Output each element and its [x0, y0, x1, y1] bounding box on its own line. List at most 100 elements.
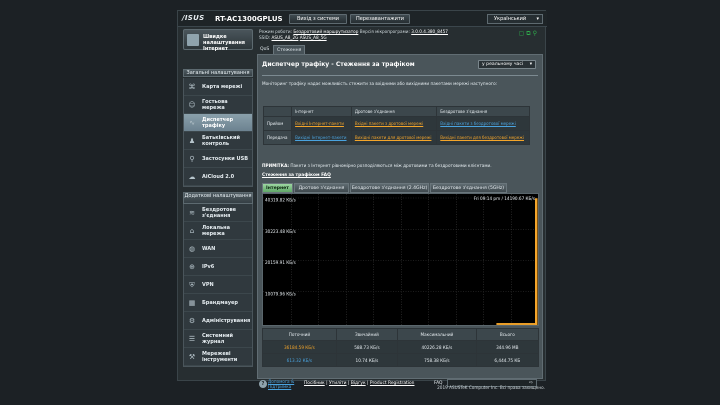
- stats-header: Звичайний: [335, 328, 399, 341]
- usb-status-icon[interactable]: ⚲: [533, 30, 539, 37]
- sidebar-item-usb-applications[interactable]: ⚲ Застосунки USB: [184, 150, 252, 168]
- general-nav: ⌘ Карта мережі ☺ Гостьова мережа ∿ Диспе…: [183, 78, 253, 187]
- sidebar-item-label: Бездротове з'єднання: [202, 207, 237, 219]
- chart-readout: Fri 09:14 pm / 14190.67 КБ/s: [474, 196, 535, 201]
- logout-button[interactable]: Вихід з системи: [289, 14, 347, 24]
- stats-cell: 613.32 КБ/s: [262, 353, 337, 367]
- router-admin-window: /ISUS RT-AC1300GPLUS Вихід з системи Пер…: [177, 10, 547, 389]
- network-map-icon: ⌘: [188, 83, 196, 91]
- row-label: Прийом: [262, 116, 293, 131]
- chart-tab-wired[interactable]: Дротове з'єднання: [294, 183, 349, 193]
- sidebar-item-traffic-manager[interactable]: ∿ Диспетчер трафіку: [184, 114, 252, 132]
- table-header: [262, 106, 293, 117]
- sidebar-item-guest-network[interactable]: ☺ Гостьова мережа: [184, 96, 252, 114]
- quick-setup-button[interactable]: Швидке налаштування Інтернет: [183, 29, 253, 52]
- guest-network-icon: ☺: [188, 101, 196, 109]
- sidebar-item-label: IPv6: [202, 264, 215, 270]
- reboot-button[interactable]: Перезавантажити: [350, 14, 410, 24]
- row-label: Передача: [262, 130, 293, 145]
- sidebar-item-label: Батьківський контроль: [202, 135, 241, 147]
- tab-traffic-monitor[interactable]: Стеження за трафіком: [273, 45, 306, 71]
- globe-icon: ◍: [188, 245, 196, 253]
- series-bar-latest: [535, 198, 538, 325]
- traffic-chart: 40319.82 КБ/s 30223.48 КБ/s 20159.91 КБ/s 1…: [262, 193, 539, 326]
- usb-icon: ⚲: [189, 155, 195, 163]
- note: ПРИМІТКА: Пакети з Інтернет рівномірно р…: [262, 163, 492, 168]
- ssid-2g-link[interactable]: ASUS_A8_2G: [272, 35, 299, 40]
- top-bar: /ISUS RT-AC1300GPLUS Вихід з системи Пер…: [178, 11, 547, 27]
- faq-link[interactable]: Стеження за трафіком FAQ: [262, 173, 331, 178]
- sidebar-item-wireless[interactable]: ≋ Бездротове з'єднання: [184, 204, 252, 222]
- table-cell-link[interactable]: Вихідні Інтернет-пакети: [295, 135, 346, 140]
- y-tick-label: 30223.48 КБ/s: [265, 229, 296, 234]
- language-label: Український: [494, 16, 527, 22]
- traffic-stats-table: Поточний Звичайний Максимальний Всього 3…: [262, 328, 540, 367]
- mode-link[interactable]: Бездротовий маршрутизатор: [293, 29, 358, 34]
- stats-cell: 6,444.75 КБ: [475, 353, 540, 367]
- sidebar-item-network-tools[interactable]: ⚒ Мережеві інструменти: [184, 348, 252, 366]
- stats-row-received: 36184.59 КБ/s 588.73 КБ/s 40226.28 КБ/s …: [262, 340, 540, 354]
- table-header: Бездротове з'єднання: [436, 106, 530, 117]
- stats-cell: 588.73 КБ/s: [335, 340, 399, 354]
- sidebar-item-label: AiCloud 2.0: [202, 174, 235, 180]
- model-name: RT-AC1300GPLUS: [215, 15, 283, 23]
- sidebar-item-label: Адміністрування: [202, 318, 251, 324]
- ipv6-icon: ⊕: [189, 263, 195, 271]
- sidebar-item-label: Мережеві інструменти: [202, 351, 238, 363]
- sidebar-item-ipv6[interactable]: ⊕ IPv6: [184, 258, 252, 276]
- sidebar-item-vpn[interactable]: ⛨ VPN: [184, 276, 252, 294]
- sidebar-item-firewall[interactable]: ▦ Брандмауер: [184, 294, 252, 312]
- main-panel: Диспетчер трафіку - Стеження за трафіком…: [257, 54, 543, 379]
- quick-setup-icon: [187, 34, 199, 46]
- lan-icon: ⌂: [189, 227, 195, 235]
- divider: [262, 75, 538, 76]
- sidebar-item-label: Диспетчер трафіку: [202, 117, 234, 129]
- y-tick-label: 20159.91 КБ/s: [265, 260, 296, 265]
- sidebar-item-network-map[interactable]: ⌘ Карта мережі: [184, 78, 252, 96]
- table-cell-link[interactable]: Вхідні пакети з дротової мережі: [355, 121, 423, 126]
- firewall-icon: ▦: [188, 299, 196, 307]
- sidebar-item-wan[interactable]: ◍ WAN: [184, 240, 252, 258]
- stats-cell: 36184.59 КБ/s: [262, 340, 337, 354]
- stats-row-sent: 613.32 КБ/s 10.74 КБ/s 758.38 КБ/s 6,444…: [262, 353, 540, 367]
- admin-icon: ⚙: [188, 317, 196, 325]
- sidebar-item-label: Системний журнал: [202, 333, 233, 345]
- general-section-title: Загальні налаштування: [183, 69, 253, 77]
- sidebar-item-lan[interactable]: ⌂ Локальна мережа: [184, 222, 252, 240]
- firmware-link[interactable]: 3.0.0.4.380_8457: [411, 29, 448, 34]
- system-log-icon: ☰: [188, 335, 196, 343]
- chart-tab-internet[interactable]: Інтернет: [262, 183, 293, 193]
- sidebar-item-label: Застосунки USB: [202, 156, 249, 162]
- mode-label: Режим роботи:: [259, 29, 293, 34]
- table-cell-link[interactable]: Вхідні пакети з бездротової мережі: [440, 121, 516, 126]
- tab-qos[interactable]: QoS: [257, 45, 272, 54]
- page-title: Диспетчер трафіку - Стеження за трафіком: [262, 61, 415, 68]
- chart-tab-wireless-5[interactable]: Бездротове з'єднання (5GHz): [430, 183, 507, 193]
- wifi-icon: ≋: [189, 209, 195, 217]
- monitor-mode-select[interactable]: у реальному часі ▾: [478, 60, 536, 69]
- stats-cell: 40226.28 КБ/s: [397, 340, 477, 354]
- traffic-chart-svg: 40319.82 КБ/s 30223.48 КБ/s 20159.91 КБ/s 1…: [263, 194, 538, 325]
- table-cell-link[interactable]: Вихідні пакети для бездротової мережі: [440, 135, 524, 140]
- monitor-mode-value: у реальному часі: [482, 62, 524, 67]
- stats-header: Всього: [475, 328, 540, 341]
- sidebar-item-system-log[interactable]: ☰ Системний журнал: [184, 330, 252, 348]
- y-tick-label: 40319.82 КБ/s: [265, 198, 296, 203]
- traffic-explanation-table: Інтернет Дротове з'єднання Бездротове з'…: [262, 106, 530, 145]
- note-label: ПРИМІТКА:: [262, 163, 289, 168]
- stats-cell: 344.96 MB: [475, 340, 540, 354]
- traffic-manager-icon: ∿: [189, 119, 195, 127]
- table-cell-link[interactable]: Вихідні пакети для дротової мережі: [355, 135, 432, 140]
- table-cell-link[interactable]: Вхідні Інтернет-пакети: [295, 121, 344, 126]
- language-select[interactable]: Український ▾: [487, 14, 543, 24]
- asus-logo: /ISUS: [182, 14, 205, 22]
- sidebar-item-administration[interactable]: ⚙ Адміністрування: [184, 312, 252, 330]
- sidebar-item-aicloud[interactable]: ☁ AiCloud 2.0: [184, 168, 252, 186]
- ssid-5g-link[interactable]: ASUS_A8_5G: [300, 35, 327, 40]
- sidebar-item-label: Брандмауер: [202, 300, 238, 306]
- vpn-icon: ⛨: [189, 281, 195, 289]
- table-row: Прийом Вхідні Інтернет-пакети Вхідні пак…: [262, 116, 530, 131]
- sidebar-item-parental-control[interactable]: ♟ Батьківський контроль: [184, 132, 252, 150]
- chart-tab-wireless-24[interactable]: Бездротове з'єднання (2.4GHz): [350, 183, 429, 193]
- sidebar-item-label: VPN: [202, 282, 214, 288]
